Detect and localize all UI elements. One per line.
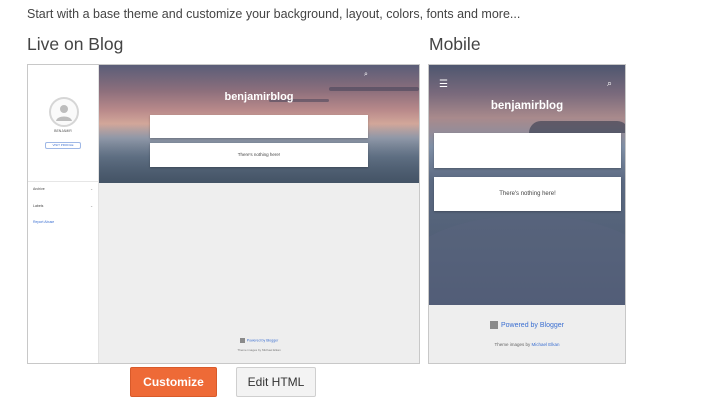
blogger-icon: [239, 338, 245, 343]
visit-profile-button[interactable]: VISIT PROFILE: [45, 142, 81, 149]
mobile-title: Mobile: [429, 34, 481, 54]
desktop-preview[interactable]: BENJAMIR VISIT PROFILE Archive ⌄ Labels …: [27, 64, 420, 364]
theme-credit: Theme images by Michael Elkan: [429, 342, 625, 347]
sidebar-item-archive[interactable]: Archive ⌄: [33, 187, 95, 191]
post-card: [434, 133, 621, 168]
sand-dune: [429, 215, 625, 305]
report-abuse-link[interactable]: Report Abuse: [33, 220, 54, 224]
powered-by-label: Powered by Blogger: [500, 321, 565, 329]
sidebar-item-label: Archive: [33, 187, 45, 191]
theme-author-link[interactable]: Michael Elkan: [532, 342, 560, 347]
empty-message: There's nothing here!: [150, 143, 368, 167]
post-card: [150, 115, 368, 138]
blog-title[interactable]: benjamirblog: [99, 91, 419, 103]
live-on-blog-title: Live on Blog: [27, 34, 124, 54]
profile-icon: [56, 105, 72, 121]
profile-name: BENJAMIR: [54, 129, 72, 133]
blog-title[interactable]: benjamirblog: [429, 100, 625, 112]
sidebar-divider: [28, 181, 98, 182]
chevron-down-icon: ⌄: [90, 204, 93, 208]
sidebar-item-label: Labels: [33, 204, 44, 208]
avatar: [49, 97, 79, 127]
preview-sidebar: BENJAMIR VISIT PROFILE Archive ⌄ Labels …: [28, 65, 99, 363]
powered-by-link[interactable]: Powered by Blogger: [99, 338, 419, 343]
mountain-ridge: [529, 121, 625, 133]
chevron-down-icon: ⌄: [90, 187, 93, 191]
theme-credit-prefix: Theme images by: [494, 342, 531, 347]
customize-button[interactable]: Customize: [130, 367, 217, 397]
theme-credit: Theme images by Michael Elkan: [237, 348, 281, 352]
blogger-icon: [489, 321, 498, 329]
powered-by-link[interactable]: Powered by Blogger: [429, 321, 625, 329]
hamburger-menu-icon[interactable]: ☰: [439, 79, 448, 90]
intro-text: Start with a base theme and customize yo…: [27, 7, 521, 21]
sidebar-item-labels[interactable]: Labels ⌄: [33, 204, 95, 208]
edit-html-button[interactable]: Edit HTML: [236, 367, 316, 397]
mobile-preview[interactable]: ☰ ⌕ benjamirblog There's nothing here! P…: [428, 64, 626, 364]
search-icon[interactable]: ⌕: [364, 71, 368, 79]
empty-message: There's nothing here!: [434, 177, 621, 211]
powered-by-label: Powered by Blogger: [246, 338, 279, 343]
search-icon[interactable]: ⌕: [607, 78, 612, 89]
